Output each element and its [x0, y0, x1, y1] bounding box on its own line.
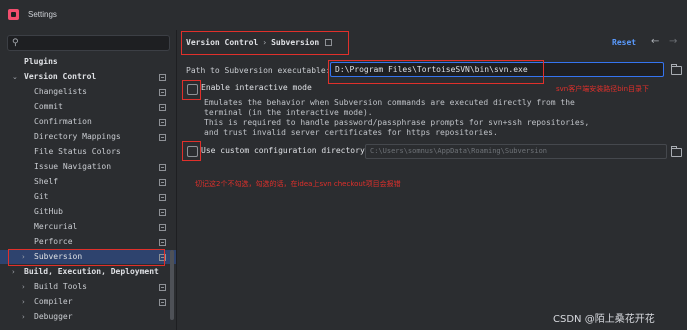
- annotation-box-path: [328, 60, 544, 84]
- project-settings-icon: [159, 119, 166, 126]
- title-bar: Settings: [0, 0, 687, 30]
- settings-sidebar: ⚲ Plugins ⌄ Version Control Changelists …: [0, 30, 177, 330]
- chevron-down-icon[interactable]: ⌄: [12, 70, 18, 84]
- intellij-app-icon: [8, 9, 19, 20]
- sidebar-scrollbar[interactable]: [170, 250, 174, 320]
- settings-search-input[interactable]: ⚲: [7, 35, 170, 51]
- sidebar-item-label: File Status Colors: [34, 147, 121, 156]
- sidebar-item-perforce[interactable]: Perforce: [0, 235, 176, 249]
- annotation-checkbox-note: 切记这2个不勾选，勾选的话，在idea上svn checkout项目会报错: [195, 180, 401, 188]
- sidebar-item-directory-mappings[interactable]: Directory Mappings: [0, 130, 176, 144]
- sidebar-item-file-status-colors[interactable]: File Status Colors: [0, 145, 176, 159]
- project-settings-icon: [159, 104, 166, 111]
- project-settings-icon: [159, 224, 166, 231]
- annotation-box-config-checkbox: [182, 141, 201, 161]
- annotation-box-subversion: [8, 249, 165, 266]
- sidebar-item-label: Debugger: [34, 312, 73, 321]
- search-icon: ⚲: [12, 38, 19, 48]
- reset-button[interactable]: Reset: [612, 38, 636, 47]
- sidebar-item-label: Compiler: [34, 297, 73, 306]
- sidebar-item-label: Changelists: [34, 87, 87, 96]
- sidebar-item-label: Build, Execution, Deployment: [24, 267, 159, 276]
- interactive-mode-label[interactable]: Enable interactive mode: [201, 83, 312, 92]
- sidebar-item-build-tools[interactable]: › Build Tools: [0, 280, 176, 294]
- sidebar-item-plugins[interactable]: Plugins: [0, 55, 176, 69]
- sidebar-item-version-control[interactable]: ⌄ Version Control: [0, 70, 176, 84]
- folder-browse-icon[interactable]: [671, 146, 682, 157]
- annotation-box-interactive-checkbox: [182, 80, 201, 100]
- sidebar-item-git[interactable]: Git: [0, 190, 176, 204]
- project-settings-icon: [159, 164, 166, 171]
- chevron-right-icon[interactable]: ›: [12, 265, 15, 279]
- sidebar-item-label: Build Tools: [34, 282, 87, 291]
- sidebar-item-debugger[interactable]: › Debugger: [0, 310, 176, 324]
- project-settings-icon: [159, 299, 166, 306]
- sidebar-item-label: Issue Navigation: [34, 162, 112, 171]
- sidebar-item-issue-navigation[interactable]: Issue Navigation: [0, 160, 176, 174]
- annotation-box-breadcrumb: [181, 31, 349, 55]
- sidebar-item-label: Directory Mappings: [34, 132, 121, 141]
- folder-browse-icon[interactable]: [671, 64, 682, 75]
- project-settings-icon: [159, 284, 166, 291]
- description-line: terminal (in the interactive mode).: [204, 108, 373, 117]
- sidebar-item-label: Perforce: [34, 237, 73, 246]
- back-arrow-icon[interactable]: ←: [651, 36, 659, 47]
- sidebar-item-label: Plugins: [24, 57, 58, 66]
- project-settings-icon: [159, 74, 166, 81]
- description-line: This is required to handle password/pass…: [204, 118, 590, 127]
- sidebar-item-compiler[interactable]: › Compiler: [0, 295, 176, 309]
- csdn-watermark: CSDN @陌上桑花开花: [553, 314, 655, 325]
- path-label: Path to Subversion executable:: [186, 66, 331, 75]
- window-title: Settings: [28, 10, 57, 19]
- project-settings-icon: [159, 194, 166, 201]
- sidebar-item-shelf[interactable]: Shelf: [0, 175, 176, 189]
- sidebar-item-label: Mercurial: [34, 222, 78, 231]
- description-line: Emulates the behavior when Subversion co…: [204, 98, 575, 107]
- project-settings-icon: [159, 134, 166, 141]
- custom-config-label[interactable]: Use custom configuration directory:: [201, 146, 370, 155]
- sidebar-item-changelists[interactable]: Changelists: [0, 85, 176, 99]
- annotation-path-note: svn客户端安装路径bin目录下: [556, 85, 650, 93]
- sidebar-item-commit[interactable]: Commit: [0, 100, 176, 114]
- project-settings-icon: [159, 239, 166, 246]
- chevron-right-icon[interactable]: ›: [22, 280, 25, 294]
- sidebar-item-label: Git: [34, 192, 49, 201]
- sidebar-item-github[interactable]: GitHub: [0, 205, 176, 219]
- chevron-right-icon[interactable]: ›: [22, 310, 25, 324]
- sidebar-item-label: Commit: [34, 102, 63, 111]
- chevron-right-icon[interactable]: ›: [22, 295, 25, 309]
- sidebar-item-build-execution-deployment[interactable]: › Build, Execution, Deployment: [0, 265, 176, 279]
- sidebar-item-label: GitHub: [34, 207, 63, 216]
- project-settings-icon: [159, 209, 166, 216]
- forward-arrow-icon[interactable]: →: [669, 36, 677, 47]
- sidebar-item-confirmation[interactable]: Confirmation: [0, 115, 176, 129]
- project-settings-icon: [159, 89, 166, 96]
- sidebar-item-mercurial[interactable]: Mercurial: [0, 220, 176, 234]
- interactive-mode-description: Emulates the behavior when Subversion co…: [204, 98, 589, 138]
- project-settings-icon: [159, 179, 166, 186]
- sidebar-item-label: Shelf: [34, 177, 59, 186]
- custom-config-input[interactable]: C:\Users\somnus\AppData\Roaming\Subversi…: [365, 144, 667, 159]
- sidebar-item-label: Version Control: [24, 72, 97, 81]
- description-line: and trust invalid server certificates fo…: [204, 128, 498, 137]
- sidebar-item-label: Confirmation: [34, 117, 92, 126]
